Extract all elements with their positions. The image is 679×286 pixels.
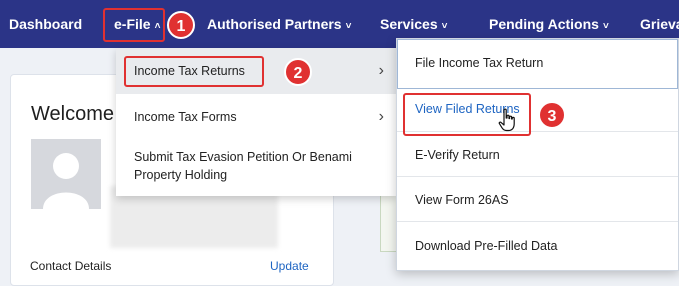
nav-dashboard[interactable]: Dashboard [9, 0, 82, 48]
itr-submenu: File Income Tax Return View Filed Return… [396, 38, 679, 271]
nav-dashboard-label: Dashboard [9, 16, 83, 32]
chevron-right-icon: › [378, 108, 384, 125]
menu-item-tax-evasion-petition[interactable]: Submit Tax Evasion Petition Or Benami Pr… [116, 148, 396, 192]
avatar [31, 139, 101, 209]
submenu-item-everify-return[interactable]: E-Verify Return [415, 148, 500, 162]
step2-highlight [124, 56, 264, 87]
submenu-item-file-itr[interactable]: File Income Tax Return [415, 56, 543, 70]
nav-services-label: Services [380, 16, 438, 32]
menu-item-tax-evasion-line2: Property Holding [134, 168, 228, 182]
user-avatar-icon [31, 139, 101, 209]
submenu-item-view-form-26as[interactable]: View Form 26AS [415, 193, 509, 207]
menu-item-income-tax-forms-label: Income Tax Forms [134, 110, 237, 124]
nav-pending-actions-label: Pending Actions [489, 16, 599, 32]
nav-authorised-partners-label: Authorised Partners [207, 16, 342, 32]
step1-highlight [103, 8, 165, 42]
chevron-down-icon: ˅ [345, 21, 352, 32]
menu-item-income-tax-forms[interactable]: Income Tax Forms › [116, 94, 396, 140]
step2-badge: 2 [284, 58, 312, 86]
divider [397, 176, 678, 177]
chevron-right-icon: › [378, 62, 384, 79]
nav-grievances-label: Grievan [640, 16, 679, 32]
divider [397, 221, 678, 222]
step1-badge: 1 [167, 11, 195, 39]
hand-pointer-icon [498, 108, 516, 137]
menu-item-tax-evasion-line1: Submit Tax Evasion Petition Or Benami [134, 150, 352, 164]
step3-badge: 3 [538, 101, 566, 129]
nav-authorised-partners[interactable]: Authorised Partners ˅ [207, 0, 351, 48]
submenu-item-download-prefilled[interactable]: Download Pre-Filled Data [415, 239, 557, 253]
